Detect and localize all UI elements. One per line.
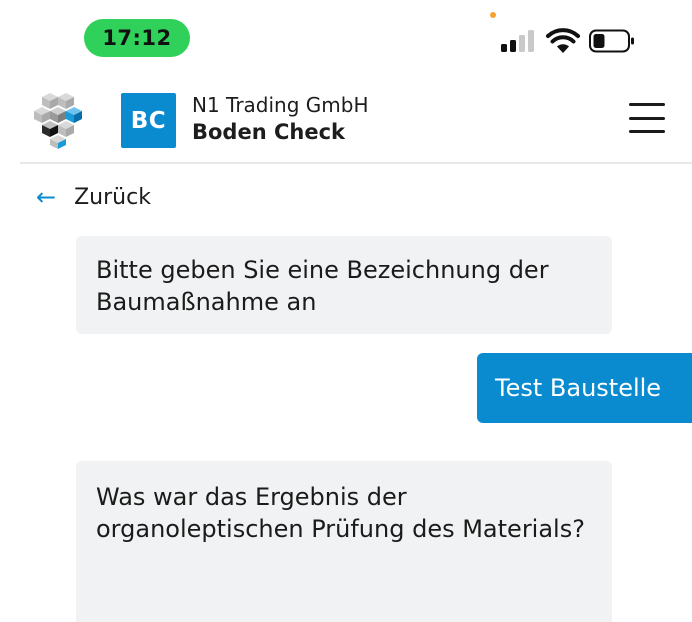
app-header: BC N1 Trading GmbH Boden Check <box>20 80 692 164</box>
bot-message: Was war das Ergebnis der organoleptische… <box>76 461 612 622</box>
arrow-left-icon: ← <box>36 183 57 211</box>
back-label: Zurück <box>74 184 151 210</box>
status-time: 17:12 <box>84 19 190 57</box>
menu-line <box>629 130 665 133</box>
wifi-icon <box>546 28 580 53</box>
screen: 17:12 BC N1 Trading GmbH Boden Check ← Z… <box>0 0 692 622</box>
hamburger-menu-icon[interactable] <box>629 103 665 133</box>
user-message: Test Baustelle <box>477 353 692 423</box>
signal-icon <box>501 30 534 52</box>
app-badge: BC <box>121 93 176 148</box>
menu-line <box>629 116 665 120</box>
cubes-logo-icon <box>34 93 82 149</box>
app-title: Boden Check <box>192 120 345 144</box>
back-button[interactable]: ← Zurück <box>36 182 151 212</box>
menu-line <box>629 103 665 106</box>
company-name: N1 Trading GmbH <box>192 93 369 117</box>
privacy-indicator-dot <box>490 12 496 18</box>
battery-icon <box>589 29 634 53</box>
bot-message: Bitte geben Sie eine Bezeichnung der Bau… <box>76 236 612 334</box>
